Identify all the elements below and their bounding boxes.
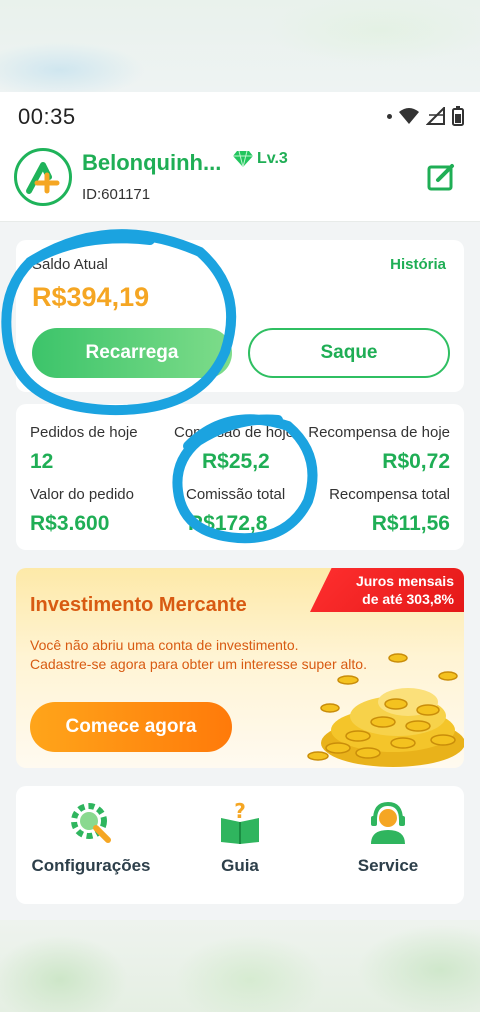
gear-icon: [71, 803, 111, 843]
signal-icon: [426, 107, 445, 125]
background-blur-bottom: [0, 920, 480, 1012]
level-badge: Lv.3: [232, 150, 288, 168]
investment-title: Investimento Mercante: [30, 594, 247, 616]
orders-today-label: Pedidos de hoje: [30, 424, 138, 441]
menu-item-service[interactable]: Service: [313, 800, 463, 896]
commission-today-value: R$25,2: [202, 450, 270, 473]
username: Belonquinh...: [82, 150, 222, 175]
status-time: 00:35: [18, 104, 76, 129]
user-id: ID:601171: [82, 186, 151, 203]
commission-today-label: Comissão de hoje: [174, 424, 295, 441]
menu-label-service: Service: [357, 856, 419, 875]
balance-label: Saldo Atual: [32, 256, 108, 273]
avatar[interactable]: [14, 148, 72, 206]
battery-icon: [452, 106, 464, 126]
profile-header: Belonquinh... Lv.3 ID:601171: [0, 140, 480, 222]
order-value-value: R$3.600: [30, 512, 110, 535]
reward-today-label: Recompensa de hoje: [308, 424, 450, 441]
service-icon: [371, 801, 405, 844]
menu-label-guide: Guia: [221, 856, 259, 875]
app-screen: 00:35 Belonquinh... Lv.3 ID:601171 Saldo…: [0, 92, 480, 920]
interest-badge-line1: Juros mensais: [355, 573, 454, 589]
history-link[interactable]: História: [390, 256, 446, 273]
withdraw-button[interactable]: Saque: [248, 328, 450, 378]
level-text: Lv.3: [257, 150, 288, 167]
reward-total-value: R$11,56: [371, 512, 450, 535]
edit-icon[interactable]: [426, 162, 456, 192]
investment-card[interactable]: Juros mensais de até 303,8% Investimento…: [16, 568, 464, 768]
start-now-button[interactable]: Comece agora: [30, 702, 232, 752]
diamond-icon: [233, 150, 253, 168]
balance-value: R$394,19: [32, 282, 150, 312]
wifi-icon: [399, 108, 419, 124]
commission-total-value: R$172,8: [188, 512, 268, 535]
orders-today-value: 12: [30, 450, 54, 473]
menu-item-settings[interactable]: Configurações: [16, 800, 166, 896]
logo-icon: [26, 162, 60, 194]
coins-image: [307, 653, 464, 767]
background-blur-top: [0, 0, 480, 92]
guide-icon: ?: [221, 800, 259, 844]
reward-today-value: R$0,72: [382, 450, 450, 473]
balance-card: Saldo Atual História R$394,19 Recarrega …: [16, 240, 464, 392]
menu-label-settings: Configurações: [31, 856, 151, 875]
status-icons: [387, 106, 464, 126]
recharge-button[interactable]: Recarrega: [32, 328, 232, 378]
order-value-label: Valor do pedido: [30, 486, 134, 503]
commission-total-label: Comissão total: [186, 486, 286, 503]
status-bar: 00:35: [0, 92, 480, 140]
menu-item-guide[interactable]: ? Guia: [165, 800, 315, 896]
notification-dot-icon: [387, 113, 392, 119]
interest-badge: Juros mensais de até 303,8%: [310, 568, 464, 612]
interest-badge-line2: de até 303,8%: [362, 591, 454, 607]
menu-card: Configurações ? Guia Service: [16, 786, 464, 904]
reward-total-label: Recompensa total: [329, 486, 450, 503]
stats-card: Pedidos de hoje 12 Comissão de hoje R$25…: [16, 404, 464, 550]
svg-text:?: ?: [234, 800, 246, 823]
